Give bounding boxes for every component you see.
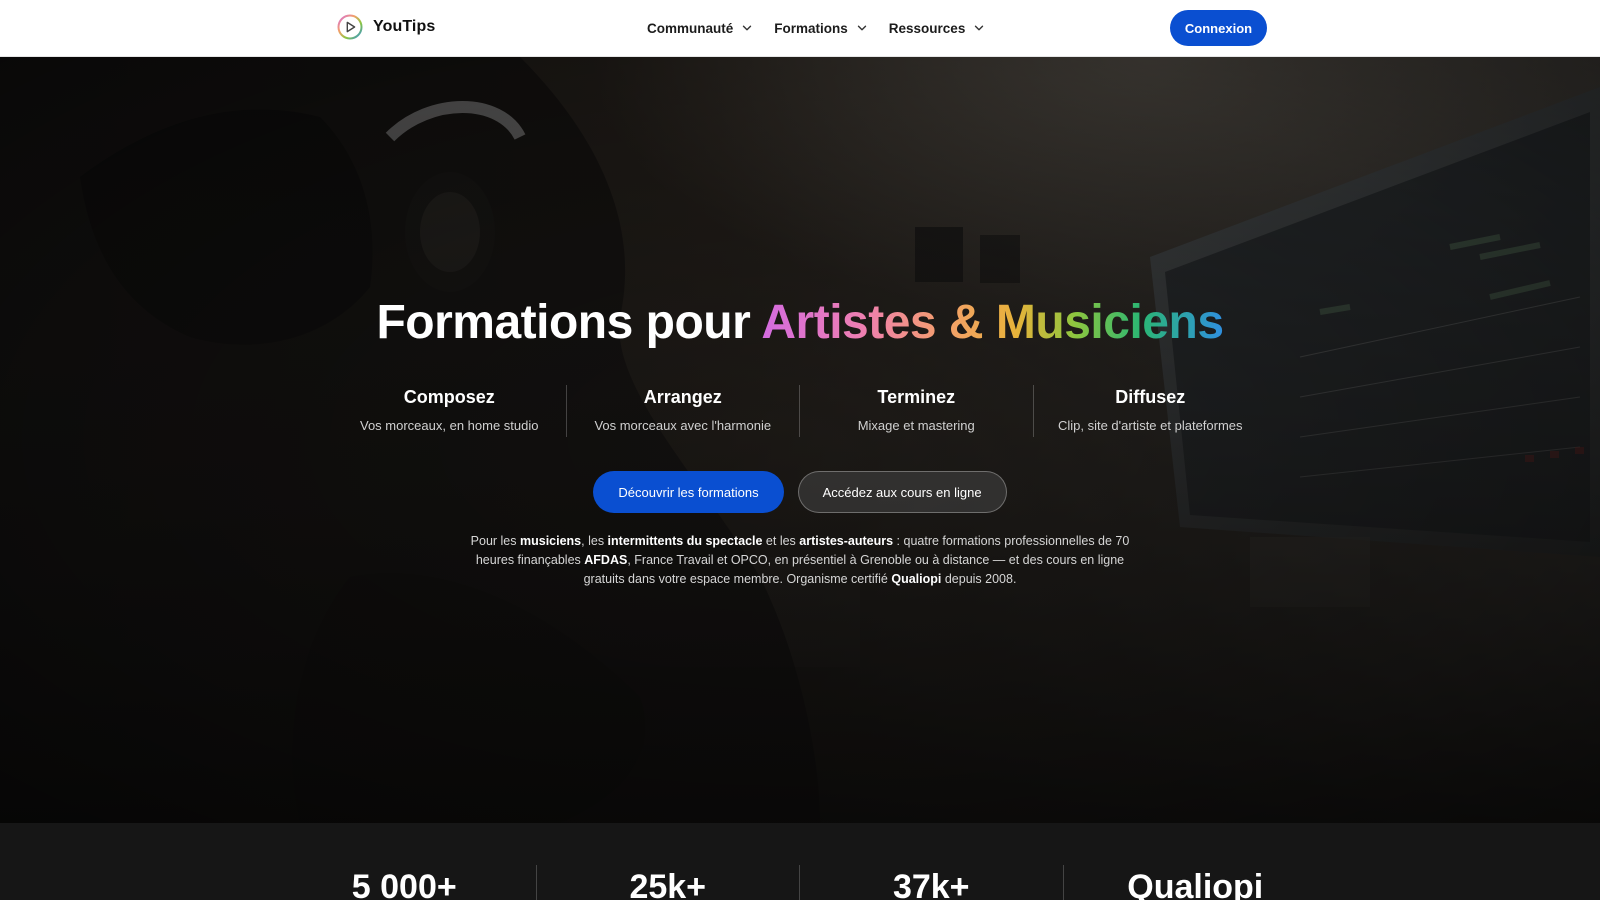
desc-bold: Qualiopi <box>891 572 942 586</box>
online-courses-button[interactable]: Accédez aux cours en ligne <box>797 471 1007 513</box>
brand-name: YouTips <box>373 18 436 35</box>
hero-description: Pour les musiciens, les intermittents du… <box>470 532 1130 589</box>
nav-item-label: Ressources <box>888 20 966 36</box>
stat-item: 5 000+ <box>273 865 537 900</box>
nav-item-formations[interactable]: Formations <box>774 21 867 36</box>
steps-row: Composez Vos morceaux, en home studio Ar… <box>333 385 1267 437</box>
stat-item: 25k+ <box>537 865 800 900</box>
hero-overlay <box>0 57 1600 823</box>
stats-section: 5 000+ 25k+ 37k+ Qualiopi <box>0 823 1600 900</box>
stat-value: 37k+ <box>892 868 970 900</box>
desc-bold: AFDAS <box>584 553 628 567</box>
stat-value: 25k+ <box>629 868 707 900</box>
nav-item-ressources[interactable]: Ressources <box>889 21 985 36</box>
step-title: Arrangez <box>643 387 722 407</box>
step-diffusez: Diffusez Clip, site d'artiste et platefo… <box>1034 385 1268 437</box>
stat-item: Qualiopi <box>1064 865 1328 900</box>
nav-item-label: Formations <box>774 20 848 36</box>
hero-title: Formations pour Artistes & Musiciens <box>0 295 1600 350</box>
chevron-down-icon <box>857 25 866 31</box>
desc-text: , France Travail et OPCO, en présentiel … <box>583 553 1125 586</box>
nav-item-label: Communauté <box>647 20 734 36</box>
step-title: Diffusez <box>1115 387 1186 407</box>
step-terminez: Terminez Mixage et mastering <box>800 385 1034 437</box>
desc-bold: musiciens <box>520 534 582 548</box>
play-logo-icon <box>337 14 363 40</box>
desc-text: Pour les <box>470 534 520 548</box>
step-composez: Composez Vos morceaux, en home studio <box>333 385 567 437</box>
cta-row: Découvrir les formations Accédez aux cou… <box>0 471 1600 513</box>
login-button[interactable]: Connexion <box>1170 10 1267 46</box>
stats-row: 5 000+ 25k+ 37k+ Qualiopi <box>273 865 1327 900</box>
stat-value: 5 000+ <box>351 868 457 900</box>
top-navbar: YouTips Communauté Formations Ressources… <box>0 0 1600 57</box>
chevron-down-icon <box>975 25 984 31</box>
brand-logo-link[interactable]: YouTips <box>337 14 435 40</box>
hero-title-highlight: Artistes & Musiciens <box>761 296 1224 349</box>
desc-text: depuis 2008. <box>941 572 1017 586</box>
step-title: Composez <box>403 387 495 407</box>
hero-section: Formations pour Artistes & Musiciens Com… <box>0 57 1600 823</box>
discover-formations-button[interactable]: Découvrir les formations <box>593 471 784 513</box>
hero-title-main: Formations pour <box>376 296 762 349</box>
step-subtitle: Clip, site d'artiste et plateformes <box>1057 418 1243 433</box>
stat-item: 37k+ <box>800 865 1064 900</box>
step-subtitle: Vos morceaux, en home studio <box>360 418 539 433</box>
desc-text: , les <box>581 534 608 548</box>
main-nav: Communauté Formations Ressources <box>647 0 1006 56</box>
step-subtitle: Mixage et mastering <box>857 418 975 433</box>
step-arrangez: Arrangez Vos morceaux avec l'harmonie <box>567 385 800 437</box>
stat-value: Qualiopi <box>1127 868 1264 900</box>
desc-bold: artistes-auteurs <box>799 534 894 548</box>
chevron-down-icon <box>743 25 752 31</box>
desc-bold: intermittents du spectacle <box>607 534 763 548</box>
step-title: Terminez <box>877 387 956 407</box>
desc-text: et les <box>762 534 800 548</box>
step-subtitle: Vos morceaux avec l'harmonie <box>594 418 772 433</box>
nav-item-communaute[interactable]: Communauté <box>647 21 752 36</box>
